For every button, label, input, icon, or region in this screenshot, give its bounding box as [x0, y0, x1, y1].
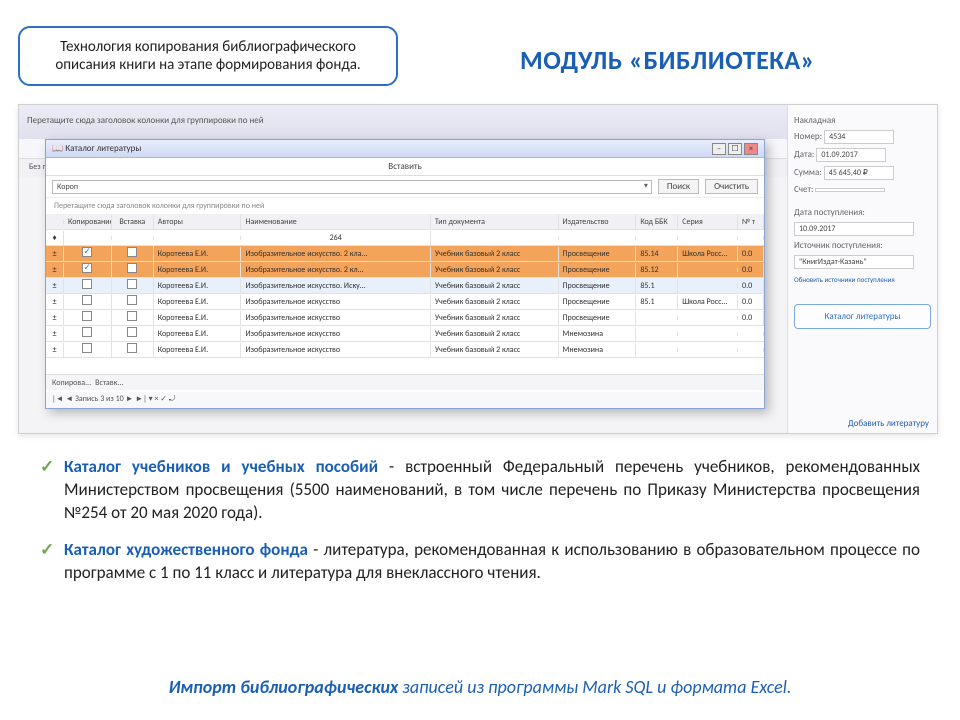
table-row[interactable]: ±Коротеева Е.И.Изобразительное искусство… [46, 310, 764, 326]
date-field[interactable]: 01.09.2017 [816, 148, 886, 162]
grid-paginator[interactable]: |◄ ◄ Запись 3 из 10 ► ►| ▾ × ✓ ⤾ [46, 392, 764, 408]
catalog-grid: Копирование Вставка Авторы Наименование … [46, 214, 764, 358]
catalog-button[interactable]: Каталог литературы [794, 304, 931, 329]
tech-callout: Технология копирования библиографическог… [18, 26, 398, 86]
search-combo[interactable]: Короп [52, 180, 652, 194]
insert-checkbox[interactable] [127, 279, 137, 289]
grid-filter-row[interactable]: ♦ 264 [46, 230, 764, 246]
table-row[interactable]: ±Коротеева Е.И.Изобразительное искусство… [46, 278, 764, 294]
recv-label: Дата поступления: [794, 207, 931, 218]
insert-checkbox[interactable] [127, 327, 137, 337]
src-field[interactable]: "КнигИздат-Казань" [794, 255, 914, 269]
copy-checkbox[interactable] [82, 263, 92, 273]
insert-checkbox[interactable] [127, 343, 137, 353]
table-row[interactable]: ±Коротеева Е.И.Изобразительное искусство… [46, 342, 764, 358]
insert-checkbox[interactable] [127, 263, 137, 273]
col-bbk[interactable]: Код ББК [636, 215, 678, 229]
footer-insert[interactable]: Вставк... [95, 378, 123, 388]
num-field[interactable]: 4534 [824, 130, 894, 144]
footer-copy[interactable]: Копирова... [52, 378, 91, 388]
insert-checkbox[interactable] [127, 311, 137, 321]
copy-checkbox[interactable] [82, 327, 92, 337]
module-title: МОДУЛЬ «БИБЛИОТЕКА» [520, 44, 815, 76]
col-publisher[interactable]: Издательство [559, 215, 637, 229]
col-type[interactable]: Тип документа [431, 215, 559, 229]
insert-checkbox[interactable] [127, 247, 137, 257]
update-sources-link[interactable]: Обновить источники поступления [794, 275, 931, 284]
search-button[interactable]: Поиск [658, 179, 699, 194]
import-bold: Импорт библиографических [169, 676, 403, 698]
search-bar: Короп Поиск Очистить [46, 176, 764, 198]
bullet-bold: Каталог учебников и учебных пособий [64, 456, 378, 477]
minimize-icon[interactable]: – [712, 143, 726, 155]
acct-field[interactable] [815, 188, 885, 192]
copy-checkbox[interactable] [82, 247, 92, 257]
import-note: Импорт библиографических записей из прог… [0, 676, 960, 698]
tech-callout-text: Технология копирования библиографическог… [55, 38, 360, 74]
copy-checkbox[interactable] [82, 279, 92, 289]
grid-count: 264 [241, 231, 430, 245]
invoice-panel: Накладная Номер: 4534 Дата: 01.09.2017 С… [787, 105, 937, 433]
catalog-titlebar: 📖 Каталог литературы – ☐ × [46, 140, 764, 158]
insert-toolbar: Вставить [46, 158, 764, 176]
col-title[interactable]: Наименование [241, 215, 430, 229]
table-row[interactable]: ±Коротеева Е.И.Изобразительное искусство… [46, 326, 764, 342]
grid-footer: Копирова... Вставк... [46, 374, 764, 390]
catalog-window: 📖 Каталог литературы – ☐ × Вставить Коро… [45, 139, 765, 409]
import-rest: записей из программы Mark SQL и формата … [402, 676, 791, 698]
grid-grouping-hint: Перетащите сюда заголовок колонки для гр… [46, 198, 764, 214]
close-icon[interactable]: × [744, 143, 758, 155]
add-literature-link[interactable]: Добавить литературу [848, 418, 929, 429]
book-icon: 📖 [52, 143, 63, 154]
insert-button[interactable]: Вставить [388, 161, 421, 172]
bullet-item: Каталог учебников и учебных пособий - вс… [40, 456, 920, 525]
app-screenshot: Перетащите сюда заголовок колонки для гр… [18, 104, 938, 434]
copy-checkbox[interactable] [82, 295, 92, 305]
col-authors[interactable]: Авторы [154, 215, 242, 229]
insert-checkbox[interactable] [127, 295, 137, 305]
clear-button[interactable]: Очистить [705, 179, 758, 194]
table-row[interactable]: ±Коротеева Е.И.Изобразительное искусство… [46, 294, 764, 310]
grid-header: Копирование Вставка Авторы Наименование … [46, 214, 764, 230]
invoice-section: Накладная [794, 115, 931, 126]
col-insert[interactable]: Вставка [112, 215, 154, 229]
col-series[interactable]: Серия [678, 215, 738, 229]
bullet-bold: Каталог художественного фонда [64, 539, 308, 560]
table-row[interactable]: ±Коротеева Е.И.Изобразительное искусство… [46, 246, 764, 262]
col-copy[interactable]: Копирование [64, 215, 112, 229]
copy-checkbox[interactable] [82, 311, 92, 321]
sum-label: Сумма: [794, 167, 822, 178]
acct-label: Счет: [794, 184, 813, 195]
col-n[interactable]: № т [738, 215, 764, 229]
sum-field[interactable]: 45 645,40 ₽ [824, 166, 894, 180]
date-label: Дата: [794, 149, 814, 160]
maximize-icon[interactable]: ☐ [728, 143, 742, 155]
recv-field[interactable]: 10.09.2017 [794, 222, 914, 236]
table-row[interactable]: ±Коротеева Е.И.Изобразительное искусство… [46, 262, 764, 278]
feature-bullets: Каталог учебников и учебных пособий - вс… [40, 456, 920, 599]
catalog-title: Каталог литературы [65, 143, 141, 154]
src-label: Источник поступления: [794, 240, 931, 251]
copy-checkbox[interactable] [82, 343, 92, 353]
bullet-item: Каталог художественного фонда - литерату… [40, 539, 920, 585]
num-label: Номер: [794, 131, 822, 142]
